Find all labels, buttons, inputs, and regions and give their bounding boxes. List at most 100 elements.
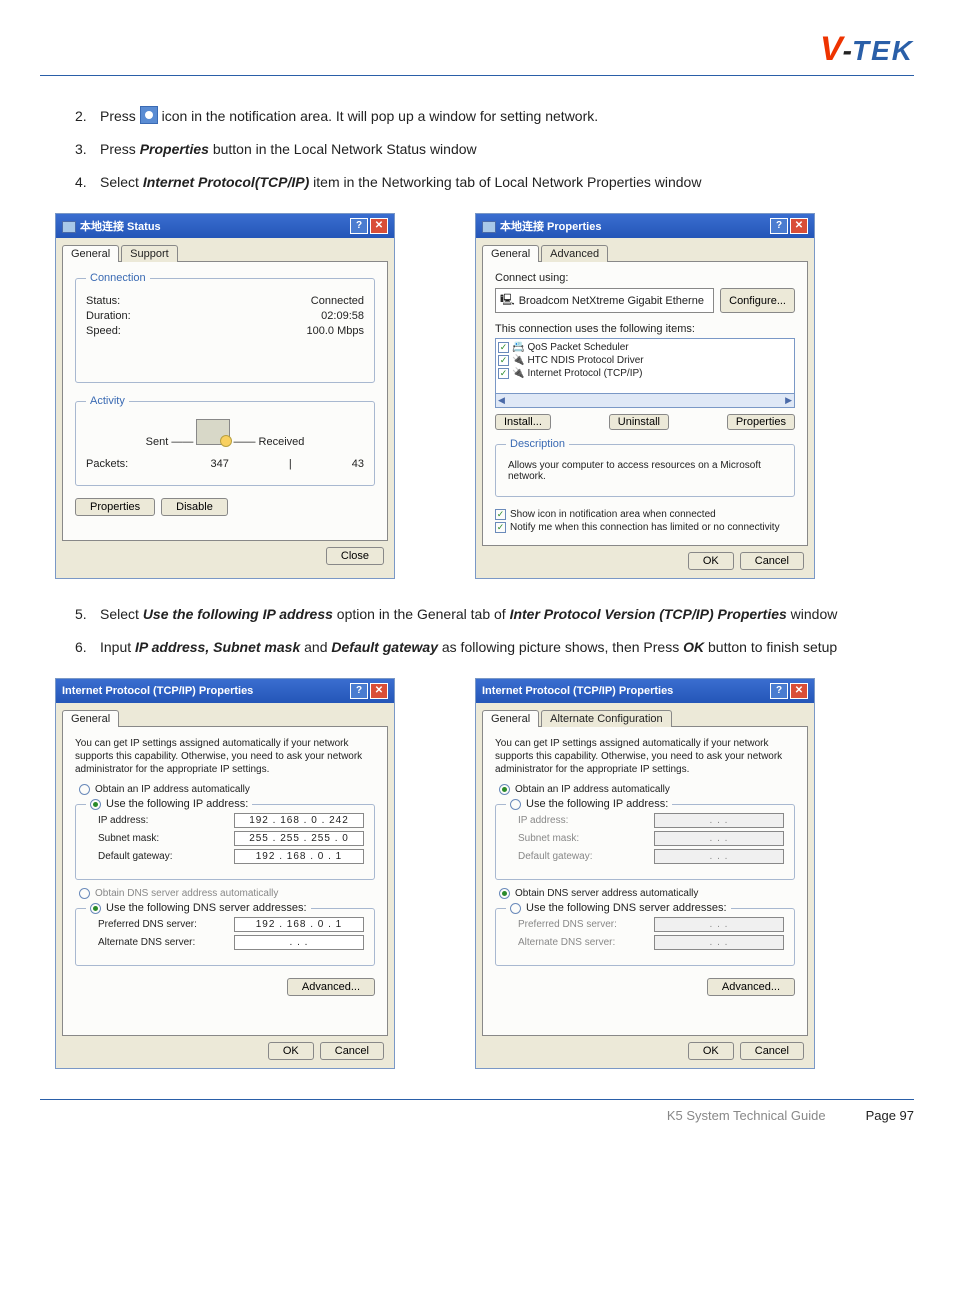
page-number: Page 97 [866, 1108, 914, 1123]
close-button[interactable]: Close [326, 547, 384, 565]
network-tray-icon [140, 106, 158, 124]
tab-general[interactable]: General [62, 710, 119, 727]
checkbox-icon[interactable]: ✓ [495, 509, 506, 520]
alt-dns-label: Alternate DNS server: [518, 937, 615, 948]
status-value: Connected [311, 295, 364, 307]
notify-label: Notify me when this connection has limit… [510, 522, 780, 533]
alt-dns-input: . . . [654, 935, 784, 950]
help-icon[interactable]: ? [770, 683, 788, 699]
footer-rule [40, 1099, 914, 1100]
instruction-list-cont: 5. Select Use the following IP address o… [50, 604, 904, 658]
step-3: 3. Press Properties button in the Local … [75, 139, 904, 160]
radio-static-dns[interactable] [510, 903, 521, 914]
list-item: ✓📇QoS Packet Scheduler [498, 341, 792, 354]
pref-dns-label: Preferred DNS server: [98, 919, 197, 930]
cancel-button[interactable]: Cancel [740, 552, 804, 570]
subnet-input[interactable]: 255 . 255 . 255 . 0 [234, 831, 364, 846]
connection-icon [482, 221, 496, 233]
tab-general[interactable]: General [482, 245, 539, 262]
group-static-ip: Use the following IP address: IP address… [75, 798, 375, 880]
tab-general[interactable]: General [482, 710, 539, 727]
gateway-label: Default gateway: [98, 851, 173, 862]
speed-value: 100.0 Mbps [307, 325, 364, 337]
properties-button[interactable]: Properties [75, 498, 155, 516]
pref-dns-input[interactable]: 192 . 168 . 0 . 1 [234, 917, 364, 932]
protocol-list[interactable]: ✓📇QoS Packet Scheduler ✓🔌HTC NDIS Protoc… [495, 338, 795, 394]
checkbox-icon[interactable]: ✓ [495, 522, 506, 533]
tab-support[interactable]: Support [121, 245, 178, 262]
advanced-button[interactable]: Advanced... [707, 978, 795, 996]
cancel-button[interactable]: Cancel [740, 1042, 804, 1060]
configure-button[interactable]: Configure... [720, 288, 795, 313]
speed-label: Speed: [86, 325, 121, 337]
radio-auto-ip[interactable] [79, 784, 90, 795]
window-title: 本地连接 Status [80, 218, 161, 234]
ok-button[interactable]: OK [688, 1042, 734, 1060]
help-text: You can get IP settings assigned automat… [495, 737, 795, 776]
close-icon[interactable]: ✕ [370, 683, 388, 699]
alt-dns-input[interactable]: . . . [234, 935, 364, 950]
install-button[interactable]: Install... [495, 414, 551, 430]
ip-input[interactable]: 192 . 168 . 0 . 242 [234, 813, 364, 828]
ip-label: IP address: [98, 815, 148, 826]
close-icon[interactable]: ✕ [790, 683, 808, 699]
screenshot-row-1: 本地连接 Status ?✕ General Support Connectio… [55, 213, 904, 579]
subnet-label: Subnet mask: [98, 833, 159, 844]
adapter-icon: 🖳 [500, 291, 515, 310]
uninstall-button[interactable]: Uninstall [609, 414, 669, 430]
tab-alternate[interactable]: Alternate Configuration [541, 710, 672, 727]
subnet-label: Subnet mask: [518, 833, 579, 844]
window-title: Internet Protocol (TCP/IP) Properties [482, 685, 673, 697]
list-item: ✓🔌HTC NDIS Protocol Driver [498, 354, 792, 367]
instruction-list: 2. Press icon in the notification area. … [50, 106, 904, 193]
tab-advanced[interactable]: Advanced [541, 245, 608, 262]
ok-button[interactable]: OK [688, 552, 734, 570]
close-icon[interactable]: ✕ [790, 218, 808, 234]
content: 2. Press icon in the notification area. … [40, 106, 914, 1069]
screenshot-row-2: Internet Protocol (TCP/IP) Properties ?✕… [55, 678, 904, 1069]
titlebar: 本地连接 Properties ?✕ [476, 214, 814, 238]
checkbox-icon[interactable]: ✓ [498, 355, 509, 366]
status-label: Status: [86, 295, 120, 307]
step-4: 4. Select Internet Protocol(TCP/IP) item… [75, 172, 904, 193]
ip-label: IP address: [518, 815, 568, 826]
duration-value: 02:09:58 [321, 310, 364, 322]
group-static-dns: Use the following DNS server addresses: … [495, 902, 795, 966]
activity-icon [196, 419, 230, 445]
close-icon[interactable]: ✕ [370, 218, 388, 234]
group-connection: Connection Status:Connected Duration:02:… [75, 272, 375, 383]
ip-input: . . . [654, 813, 784, 828]
group-static-ip: Use the following IP address: IP address… [495, 798, 795, 880]
radio-static-ip[interactable] [90, 799, 101, 810]
tab-general[interactable]: General [62, 245, 119, 262]
checkbox-icon[interactable]: ✓ [498, 368, 509, 379]
gateway-input[interactable]: 192 . 168 . 0 . 1 [234, 849, 364, 864]
advanced-button[interactable]: Advanced... [287, 978, 375, 996]
radio-auto-ip[interactable] [499, 784, 510, 795]
received-label: Received [259, 436, 305, 448]
group-static-dns: Use the following DNS server addresses: … [75, 902, 375, 966]
radio-static-ip[interactable] [510, 799, 521, 810]
alt-dns-label: Alternate DNS server: [98, 937, 195, 948]
radio-auto-dns[interactable] [499, 888, 510, 899]
help-text: You can get IP settings assigned automat… [75, 737, 375, 776]
brand-logo: V-TEK [40, 30, 914, 69]
ok-button[interactable]: OK [268, 1042, 314, 1060]
help-icon[interactable]: ? [350, 683, 368, 699]
uses-label: This connection uses the following items… [495, 323, 795, 335]
window-title: Internet Protocol (TCP/IP) Properties [62, 685, 253, 697]
description-text: Allows your computer to access resources… [506, 458, 784, 484]
properties-button[interactable]: Properties [727, 414, 795, 430]
help-icon[interactable]: ? [770, 218, 788, 234]
radio-static-dns[interactable] [90, 903, 101, 914]
window-tcpip-auto: Internet Protocol (TCP/IP) Properties ?✕… [475, 678, 815, 1069]
pref-dns-label: Preferred DNS server: [518, 919, 617, 930]
disable-button[interactable]: Disable [161, 498, 228, 516]
checkbox-icon[interactable]: ✓ [498, 342, 509, 353]
window-title: 本地连接 Properties [500, 218, 601, 234]
cancel-button[interactable]: Cancel [320, 1042, 384, 1060]
radio-auto-dns [79, 888, 90, 899]
gateway-label: Default gateway: [518, 851, 593, 862]
help-icon[interactable]: ? [350, 218, 368, 234]
scrollbar[interactable]: ◀▶ [495, 393, 795, 408]
